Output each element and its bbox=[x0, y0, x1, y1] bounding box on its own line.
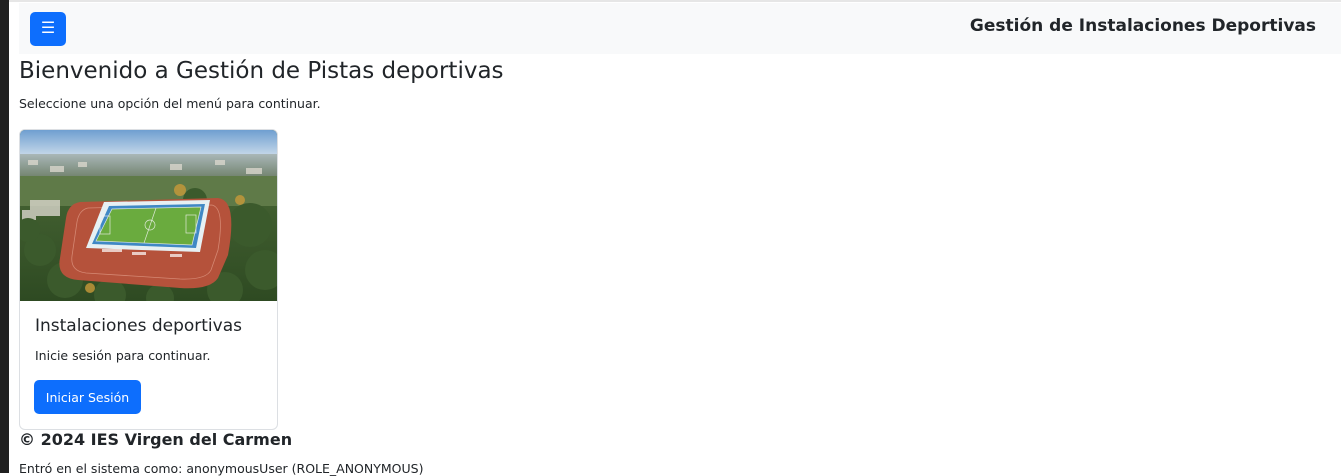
page-title: Bienvenido a Gestión de Pistas deportiva… bbox=[19, 58, 504, 84]
facilities-card: Instalaciones deportivas Inicie sesión p… bbox=[19, 129, 278, 430]
menu-toggle-button[interactable]: ☰ bbox=[30, 12, 66, 46]
page-subtitle: Seleccione una opción del menú para cont… bbox=[19, 96, 321, 111]
footer-copyright: © 2024 IES Virgen del Carmen bbox=[19, 430, 293, 449]
hamburger-icon: ☰ bbox=[40, 20, 56, 37]
navbar: ☰ Gestión de Instalaciones Deportivas bbox=[19, 3, 1341, 54]
card-title: Instalaciones deportivas bbox=[35, 316, 242, 336]
top-border bbox=[9, 0, 1341, 2]
navbar-brand[interactable]: Gestión de Instalaciones Deportivas bbox=[970, 16, 1316, 36]
card-text: Inicie sesión para continuar. bbox=[35, 348, 211, 363]
stadium-image bbox=[20, 130, 277, 301]
login-button[interactable]: Iniciar Sesión bbox=[34, 380, 141, 414]
footer-user-info: Entró en el sistema como: anonymousUser … bbox=[19, 461, 424, 476]
window-edge bbox=[0, 0, 9, 473]
